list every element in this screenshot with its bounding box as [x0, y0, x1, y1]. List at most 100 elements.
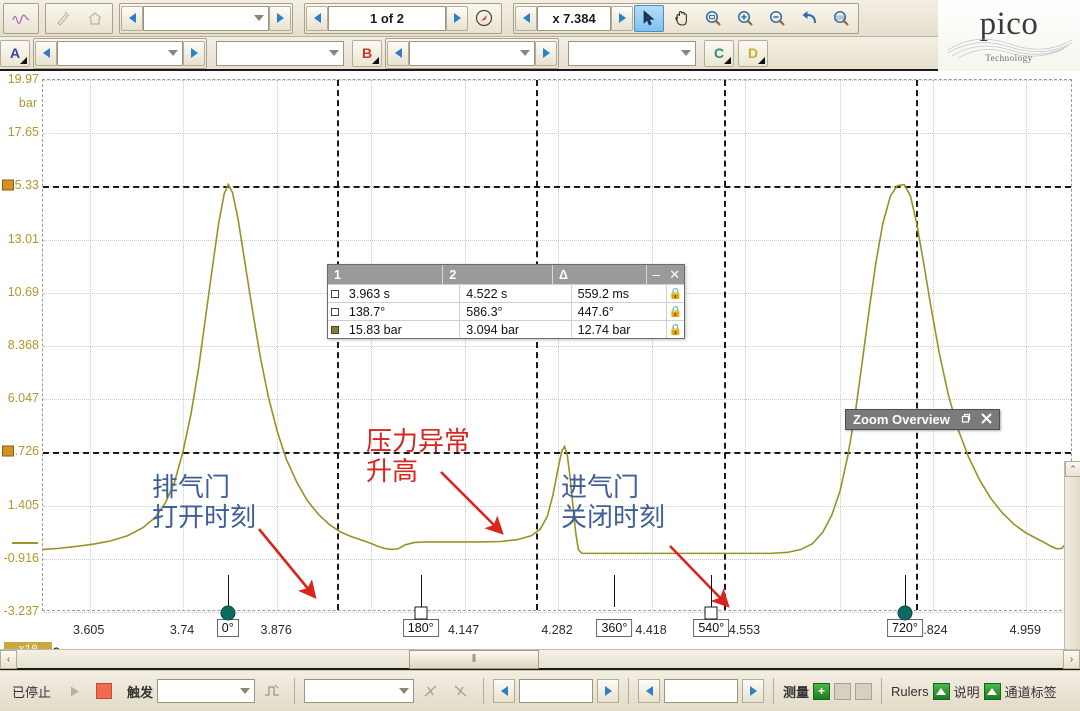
- trigger-rising-icon[interactable]: [418, 679, 444, 703]
- trigger-edge-icon[interactable]: [259, 679, 285, 703]
- buffer-next-button[interactable]: [446, 5, 468, 31]
- scope-view: 19.97 17.65 15.33 13.01 10.69 8.368 6.047 3.726…: [0, 71, 1080, 711]
- degree-marker-label[interactable]: 360°: [596, 619, 633, 637]
- scroll-up-button[interactable]: ⌃: [1065, 461, 1080, 477]
- y-axis: 19.97 17.65 15.33 13.01 10.69 8.368 6.047 3.726…: [0, 71, 42, 618]
- nav-prev-button-1[interactable]: [493, 679, 516, 703]
- chart-annotation: 排气门 打开时刻: [152, 473, 257, 533]
- x-axis-tick: 3.74: [169, 623, 195, 637]
- horizontal-ruler-handle[interactable]: [2, 179, 14, 191]
- channel-d-button[interactable]: D: [738, 39, 768, 67]
- remove-measurement-icon[interactable]: [834, 682, 852, 700]
- measurement-checkbox[interactable]: [328, 285, 343, 302]
- chevron-down-icon: [399, 688, 410, 694]
- trigger-mode-combo[interactable]: [157, 679, 256, 703]
- zoom-in-icon[interactable]: [730, 5, 760, 32]
- cycle-mid-marker[interactable]: [704, 606, 718, 620]
- trigger-channel-combo[interactable]: [304, 679, 415, 703]
- degree-marker-label[interactable]: 540°: [693, 619, 730, 637]
- zoom-window-icon[interactable]: [698, 5, 728, 32]
- measurement-col-1: 1: [328, 265, 444, 284]
- channel-b-prev-button[interactable]: [387, 40, 409, 66]
- zoom-decrease-button[interactable]: [515, 5, 537, 31]
- nav-prev-button-2[interactable]: [638, 679, 661, 703]
- y-axis-tick: 13.01: [7, 231, 39, 246]
- channel-a-range-combo[interactable]: [57, 40, 183, 66]
- nav-field-1[interactable]: [519, 679, 594, 703]
- play-icon[interactable]: [61, 679, 87, 703]
- tool-group-waveform-select: [119, 2, 293, 34]
- zoom-100-icon[interactable]: 100: [826, 5, 856, 32]
- edit-measurement-icon[interactable]: [855, 682, 873, 700]
- channel-a-prev-button[interactable]: [35, 40, 57, 66]
- status-bar: 已停止 触发 测量 + Rulers 说明 通道标签: [0, 670, 1080, 711]
- restore-window-icon[interactable]: [960, 413, 971, 427]
- close-icon[interactable]: [981, 412, 992, 427]
- measurement-close-button[interactable]: ✕: [665, 265, 684, 284]
- measurement-table[interactable]: 1 2 Δ – ✕ 3.963 s 4.522 s 559.2 ms 🔒 138.7° 5…: [327, 264, 685, 339]
- degree-marker-label[interactable]: 0°: [216, 619, 239, 637]
- zoom-factor-field[interactable]: x 7.384: [537, 5, 611, 31]
- channel-b-coupling-combo[interactable]: [568, 40, 696, 66]
- waveform-icon[interactable]: [6, 5, 36, 32]
- selection-pointer-icon[interactable]: [634, 4, 664, 32]
- degree-marker-label[interactable]: 180°: [402, 619, 439, 637]
- waveform-next-button[interactable]: [269, 5, 291, 31]
- rulers-toggle-icon[interactable]: [932, 682, 950, 700]
- buffer-index-field[interactable]: 1 of 2: [328, 5, 446, 31]
- channel-b-button[interactable]: B: [352, 39, 382, 67]
- scroll-right-button[interactable]: ›: [1063, 649, 1080, 669]
- degree-marker-label[interactable]: 720°: [887, 619, 923, 637]
- channel-b-range-combo[interactable]: [409, 40, 535, 66]
- zoom-increase-button[interactable]: [611, 5, 633, 31]
- measurement-value-delta: 447.6°: [572, 303, 668, 320]
- chevron-down-icon: [681, 50, 691, 56]
- compass-icon[interactable]: [469, 5, 499, 32]
- nav-next-button-1[interactable]: [597, 679, 620, 703]
- measurement-row[interactable]: 3.963 s 4.522 s 559.2 ms 🔒: [328, 284, 684, 302]
- waveform-combo[interactable]: [143, 5, 269, 31]
- scrollbar-thumb[interactable]: ‖: [409, 649, 539, 669]
- nav-next-button-2[interactable]: [742, 679, 765, 703]
- measurement-minimize-button[interactable]: –: [647, 265, 666, 284]
- x-axis-tick: 4.959: [1009, 623, 1041, 637]
- logo-swoosh-icon: [947, 38, 1073, 59]
- horizontal-ruler-handle[interactable]: [2, 445, 14, 457]
- cycle-start-marker[interactable]: [897, 605, 913, 621]
- cycle-start-marker[interactable]: [220, 605, 236, 621]
- channel-b-next-button[interactable]: [535, 40, 557, 66]
- stop-icon[interactable]: [91, 679, 117, 703]
- tool-group-view: [3, 2, 39, 34]
- scroll-left-button[interactable]: ‹: [0, 649, 17, 669]
- zoom-overview-panel[interactable]: Zoom Overview: [845, 409, 1000, 430]
- hand-pan-icon[interactable]: [666, 5, 696, 32]
- lock-icon[interactable]: 🔒: [667, 303, 684, 320]
- measurement-value-delta: 12.74 bar: [572, 321, 668, 338]
- measurement-row[interactable]: 138.7° 586.3° 447.6° 🔒: [328, 302, 684, 320]
- home-icon[interactable]: [80, 5, 110, 32]
- waveform-prev-button[interactable]: [121, 5, 143, 31]
- channel-a-coupling-combo[interactable]: [216, 40, 344, 66]
- measurement-checkbox[interactable]: [328, 303, 343, 320]
- lock-icon[interactable]: 🔒: [667, 285, 684, 302]
- channel-c-button[interactable]: C: [704, 39, 734, 67]
- cycle-mid-marker[interactable]: [414, 606, 428, 620]
- y-axis-tick: 6.047: [7, 391, 39, 406]
- measurement-row[interactable]: 15.83 bar 3.094 bar 12.74 bar 🔒: [328, 320, 684, 338]
- trigger-falling-icon[interactable]: [448, 679, 474, 703]
- measurement-checkbox[interactable]: [328, 321, 343, 338]
- nav-field-2[interactable]: [664, 679, 739, 703]
- measurement-value-2: 586.3°: [460, 303, 572, 320]
- channel-a-next-button[interactable]: [183, 40, 205, 66]
- notes-toggle-icon[interactable]: [983, 682, 1001, 700]
- tool-group-buffer: 1 of 2: [304, 2, 502, 34]
- undo-zoom-icon[interactable]: [794, 5, 824, 32]
- buffer-prev-button[interactable]: [306, 5, 328, 31]
- probe-icon[interactable]: [48, 5, 78, 32]
- lock-icon[interactable]: 🔒: [667, 321, 684, 338]
- scrollbar-track[interactable]: ‖: [17, 649, 1063, 669]
- zoom-out-icon[interactable]: [762, 5, 792, 32]
- add-measurement-icon[interactable]: +: [813, 682, 831, 700]
- horizontal-scrollbar[interactable]: ‹ ‖ ›: [0, 649, 1080, 670]
- channel-a-button[interactable]: A: [0, 39, 30, 67]
